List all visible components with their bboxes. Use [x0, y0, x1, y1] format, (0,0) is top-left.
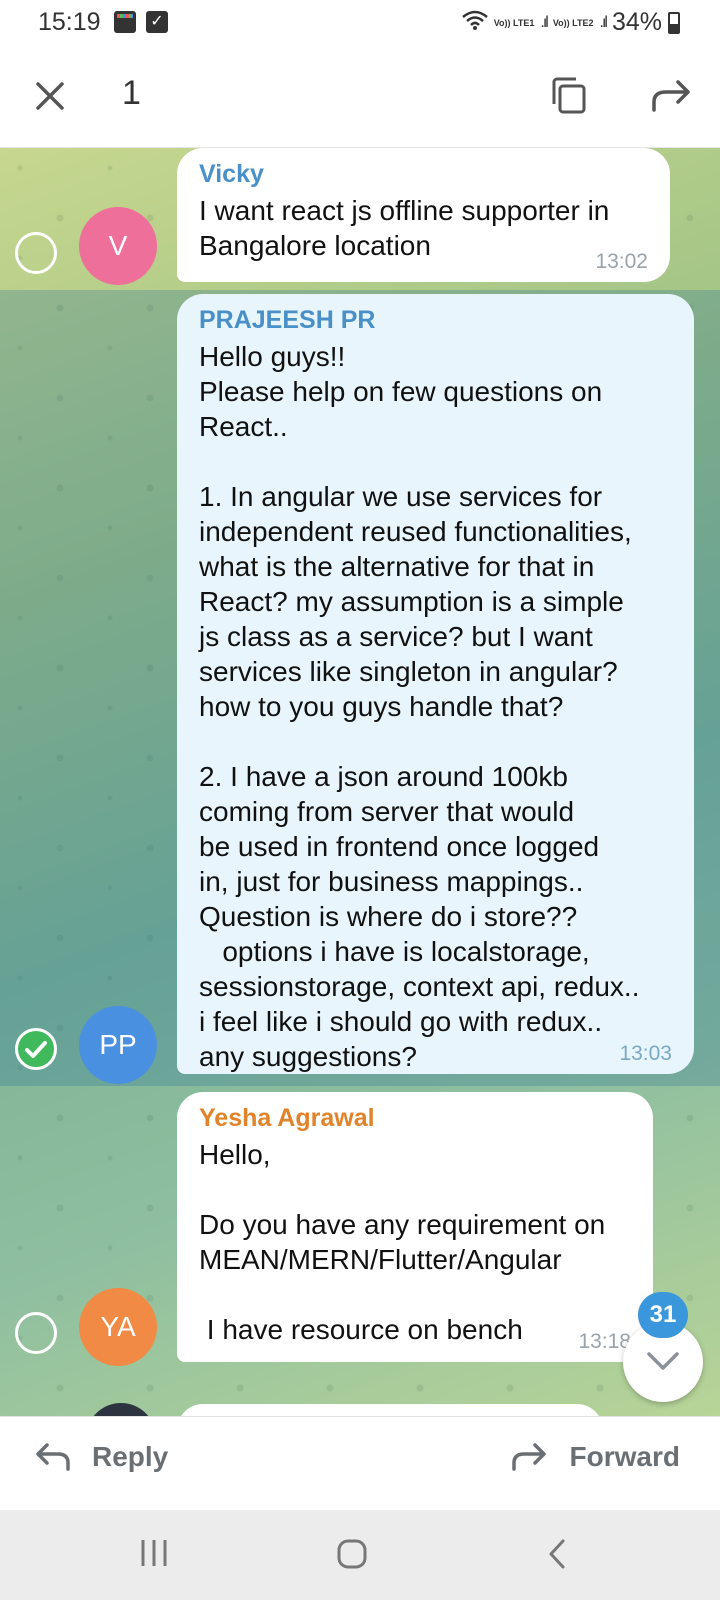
signal-bars-icon-2: .ıl [599, 13, 609, 31]
system-nav-bar [0, 1510, 720, 1600]
sender-name[interactable]: Yesha Agrawal [199, 1104, 631, 1133]
sender-name[interactable]: PRAJEESH PR [199, 306, 672, 335]
forward-label: Forward [569, 1441, 680, 1472]
reply-icon [36, 1443, 70, 1471]
forward-icon [511, 1443, 546, 1471]
wifi-icon [461, 10, 488, 36]
message-time: 13:03 [619, 1042, 672, 1065]
message-row[interactable]: YA Yesha Agrawal Hello, Do you have any … [0, 1092, 720, 1416]
avatar-initials: V [108, 230, 128, 261]
copy-icon[interactable] [548, 74, 590, 116]
notification-check-icon: ✓ [146, 11, 168, 33]
message-row-selected[interactable]: PP PRAJEESH PR Hello guys!! Please help … [0, 294, 720, 1084]
message-row[interactable]: V Vicky I want react js offline supporte… [0, 148, 720, 288]
sender-name[interactable]: Vicky [199, 160, 648, 189]
notification-app-icon [114, 11, 136, 33]
avatar-initials: PP [99, 1029, 137, 1060]
battery-percent: 34% [611, 8, 662, 36]
avatar[interactable]: V [79, 207, 157, 285]
network-lte1-label: Vo)) LTE1 [493, 17, 535, 28]
status-time: 15:19 [38, 8, 101, 36]
avatar[interactable]: YA [79, 1288, 157, 1366]
avatar-initials: YA [100, 1311, 136, 1342]
select-checkbox-checked[interactable] [15, 1028, 57, 1070]
close-icon[interactable] [30, 76, 70, 116]
message-bubble[interactable]: Yesha Agrawal Hello, Do you have any req… [177, 1092, 653, 1362]
forward-icon[interactable] [650, 76, 694, 116]
message-time: 13:02 [595, 250, 648, 273]
message-time: 13:18 [578, 1330, 631, 1353]
status-bar: 15:19 ✓ Vo)) LTE1 .ıl Vo)) LTE2 .ıl 34% [0, 0, 720, 44]
home-icon[interactable] [336, 1538, 368, 1570]
back-icon[interactable] [546, 1538, 568, 1570]
forward-button[interactable]: Forward [511, 1441, 680, 1473]
selected-count: 1 [122, 74, 141, 112]
chat-area[interactable]: V Vicky I want react js offline supporte… [0, 148, 720, 1416]
avatar[interactable]: PP [79, 1006, 157, 1084]
reply-label: Reply [92, 1441, 169, 1472]
battery-icon [668, 11, 680, 34]
select-checkbox[interactable] [15, 1312, 57, 1354]
unread-count-badge: 31 [638, 1292, 688, 1338]
status-indicators: Vo)) LTE1 .ıl Vo)) LTE2 .ıl 34% [461, 8, 680, 37]
message-text: Hello, Do you have any requirement on ME… [199, 1139, 606, 1345]
select-checkbox[interactable] [15, 232, 57, 274]
message-bubble-partial[interactable] [177, 1404, 603, 1416]
message-bubble[interactable]: PRAJEESH PR Hello guys!! Please help on … [177, 294, 694, 1074]
recent-apps-icon[interactable] [138, 1538, 170, 1568]
signal-bars-icon-1: .ıl [540, 13, 549, 31]
message-text: Hello guys!! Please help on few question… [199, 341, 640, 1072]
network-lte2-label: Vo)) LTE2 [552, 17, 594, 28]
message-bubble[interactable]: Vicky I want react js offline supporter … [177, 148, 670, 282]
selection-toolbar: 1 [0, 44, 720, 148]
reply-button[interactable]: Reply [34, 1441, 168, 1473]
message-text: I want react js offline supporter in Ban… [199, 195, 610, 261]
chevron-down-icon [647, 1352, 679, 1370]
message-action-bar: Reply Forward [0, 1416, 720, 1510]
